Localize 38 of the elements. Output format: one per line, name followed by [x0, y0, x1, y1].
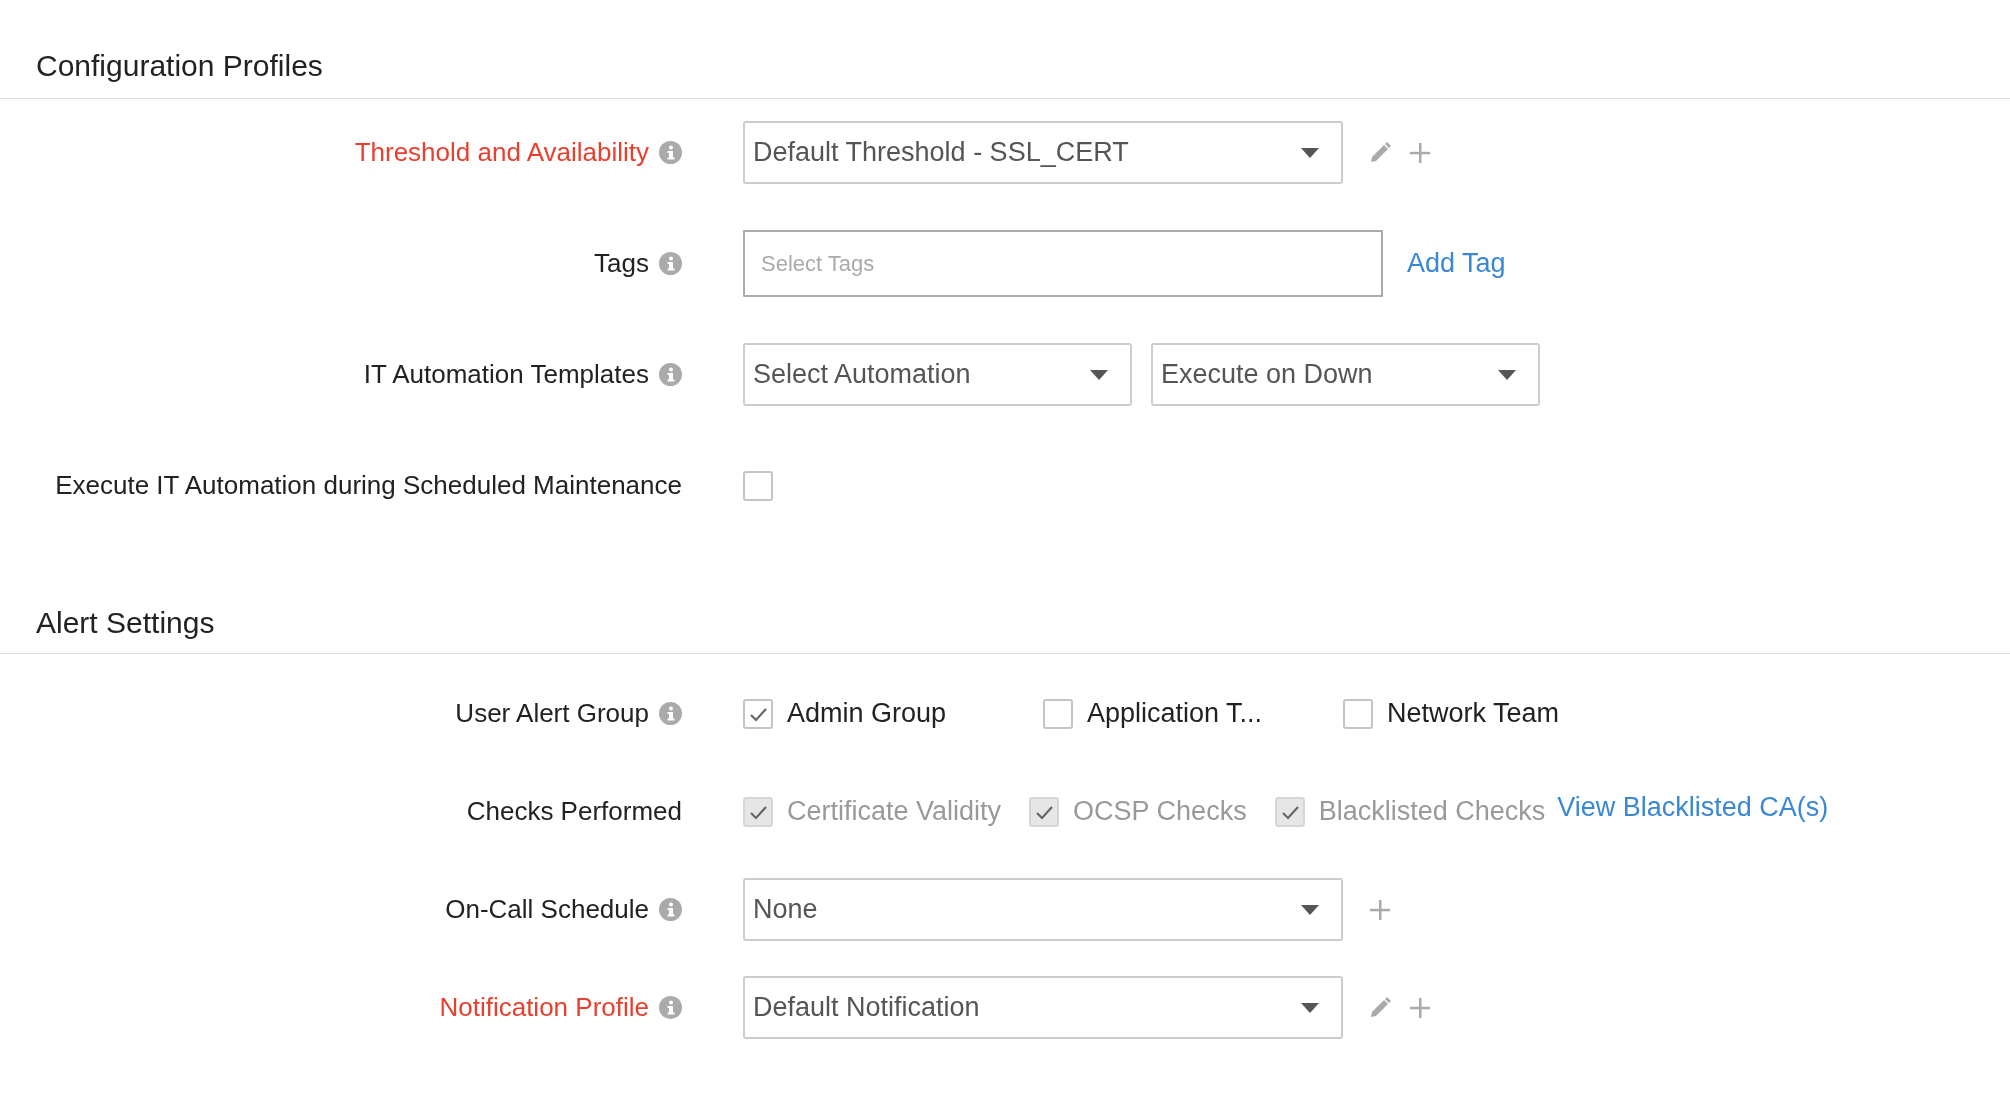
section-title: Alert Settings — [36, 605, 215, 641]
caret-icon — [1498, 369, 1516, 380]
pencil-icon[interactable] — [1369, 996, 1391, 1019]
option-label: Blacklisted Checks — [1318, 795, 1546, 829]
caret-icon — [1301, 1002, 1319, 1013]
field-label: Checks Performed — [466, 795, 682, 828]
field-label: User Alert Group — [455, 697, 649, 730]
dropdown[interactable]: Default Threshold - SSL_CERT — [743, 121, 1343, 184]
option-label: OCSP Checks — [1073, 795, 1247, 829]
field-label: IT Automation Templates — [363, 358, 649, 391]
field-label: On-Call Schedule — [445, 893, 649, 926]
option-label: Application T... — [1087, 697, 1263, 731]
option-label: Admin Group — [787, 697, 947, 731]
field-label: Execute IT Automation during Scheduled Maintenance — [55, 469, 682, 502]
plus-icon[interactable] — [1369, 898, 1391, 921]
checkbox[interactable] — [743, 470, 773, 501]
caret-icon — [1301, 904, 1319, 915]
plus-icon[interactable] — [1409, 996, 1431, 1019]
checkbox[interactable] — [1043, 698, 1073, 729]
tags-field[interactable]: Select Tags — [743, 230, 1383, 297]
dropdown[interactable]: Execute on Down — [1151, 343, 1540, 406]
field-label: Threshold and Availability — [354, 136, 649, 169]
dropdown[interactable]: Select Automation — [743, 343, 1132, 406]
caret-icon — [1301, 147, 1319, 158]
dropdown[interactable]: Default Notification — [743, 976, 1343, 1039]
option-label: Certificate Validity — [787, 795, 1002, 829]
field-label: Notification Profile — [439, 991, 649, 1024]
checkbox[interactable] — [743, 698, 773, 729]
option-label: Network Team — [1387, 697, 1560, 731]
dropdown[interactable]: None — [743, 878, 1343, 941]
pencil-icon[interactable] — [1369, 141, 1391, 164]
section-title: Configuration Profiles — [36, 48, 323, 84]
plus-icon[interactable] — [1409, 141, 1431, 164]
checkbox[interactable] — [1343, 698, 1373, 729]
caret-icon — [1090, 369, 1108, 380]
field-label: Tags — [594, 247, 649, 280]
view-link[interactable]: View Blacklisted CA(s) — [1557, 787, 1829, 828]
add-tag-link[interactable]: Add Tag — [1407, 243, 1506, 284]
